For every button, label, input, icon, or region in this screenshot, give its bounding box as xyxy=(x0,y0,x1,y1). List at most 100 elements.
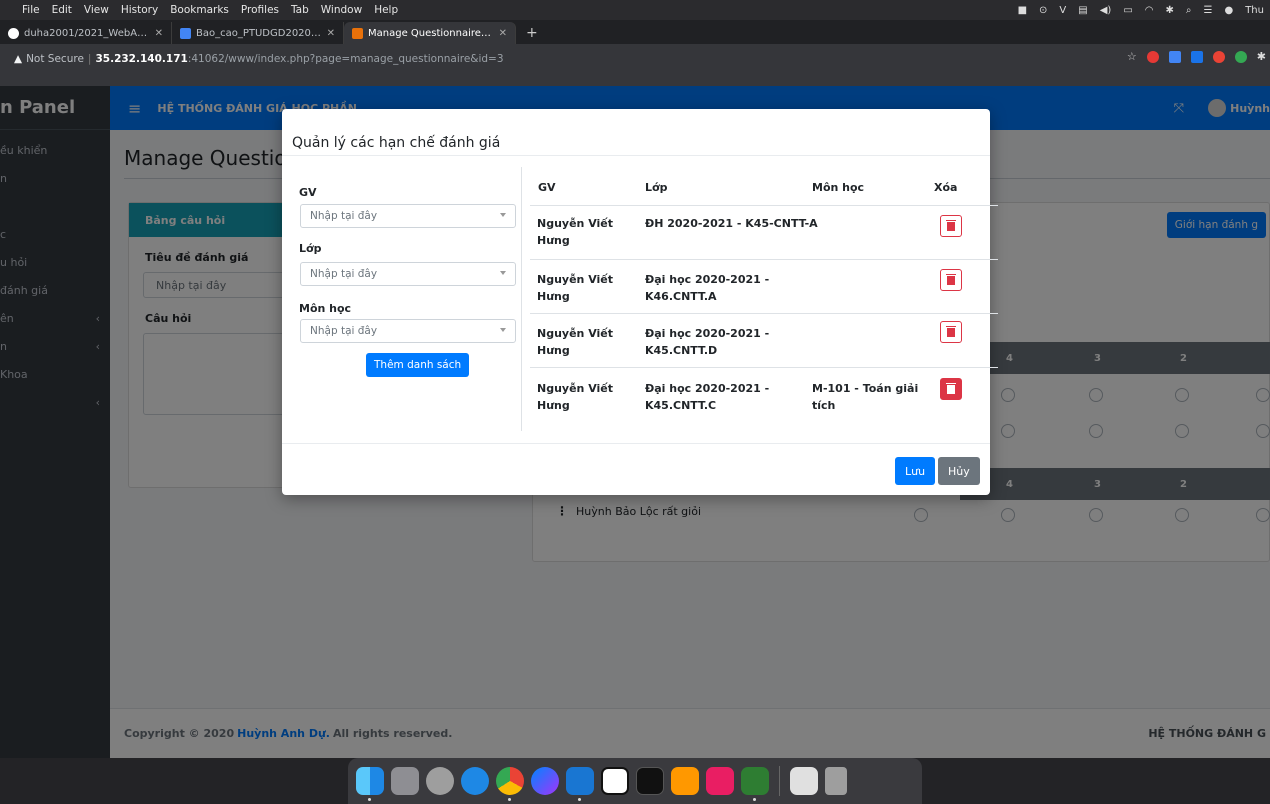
modal-title: Quản lý các hạn chế đánh giá xyxy=(292,135,501,151)
column-header-gv: GV xyxy=(538,181,556,194)
trash-icon xyxy=(946,382,956,394)
tab-github[interactable]: duha2001/2021_WebApplicatio ✕ xyxy=(0,22,172,44)
extension-icon[interactable] xyxy=(1190,50,1203,63)
extension-icon[interactable] xyxy=(1212,50,1225,63)
bluetooth-status-icon[interactable]: ✱ xyxy=(1166,5,1174,16)
browser-toolbar: ▲ Not Secure | 35.232.140.171:41062/www/… xyxy=(0,44,1270,86)
delete-button[interactable] xyxy=(940,269,962,291)
translate-extension-icon[interactable] xyxy=(1168,50,1181,63)
vim-icon[interactable] xyxy=(741,767,769,801)
table-row-2-lop: Đại học 2020-2021 - K46.CNTT.A xyxy=(645,273,770,303)
macos-dock xyxy=(348,758,922,804)
add-list-button[interactable]: Thêm danh sách xyxy=(366,353,470,377)
caret-down-icon xyxy=(500,328,506,332)
documents-folder-icon[interactable] xyxy=(790,767,818,795)
table-row-1-lop: ĐH 2020-2021 - K45-CNTT-A xyxy=(645,217,818,230)
lop-label: Lớp xyxy=(299,242,322,255)
menu-help[interactable]: Help xyxy=(374,4,398,16)
trash-icon xyxy=(946,273,956,285)
table-row-3-gv: Nguyễn Viết Hưng xyxy=(537,327,614,357)
target-status-icon[interactable]: ⊙ xyxy=(1039,5,1047,16)
security-label: Not Secure xyxy=(26,53,84,65)
github-icon xyxy=(8,27,19,39)
maps-icon[interactable] xyxy=(461,767,489,795)
column-header-xoa: Xóa xyxy=(934,181,958,194)
camera-status-icon[interactable]: ■ xyxy=(1018,5,1027,16)
site-favicon-icon xyxy=(352,27,363,39)
delete-button[interactable] xyxy=(940,378,962,400)
close-tab-icon[interactable]: ✕ xyxy=(155,28,163,39)
bookmark-star-icon[interactable]: ☆ xyxy=(1127,50,1137,63)
address-bar[interactable]: ▲ Not Secure | 35.232.140.171:41062/www/… xyxy=(4,49,1084,69)
launchpad-icon[interactable] xyxy=(391,767,419,795)
caret-down-icon xyxy=(500,271,506,275)
messenger-icon[interactable] xyxy=(531,767,559,795)
extension-icon[interactable] xyxy=(1234,50,1247,63)
system-preferences-icon[interactable] xyxy=(426,767,454,795)
status-icons: ■ ⊙ V ▤ ◀) ▭ ◠ ✱ ⌕ ☰ ● Thu xyxy=(1018,0,1264,20)
vscode-icon[interactable] xyxy=(566,767,594,801)
keynote-icon[interactable] xyxy=(706,767,734,795)
menu-profiles[interactable]: Profiles xyxy=(241,4,279,16)
menu-file[interactable]: File xyxy=(22,4,40,16)
trash-icon xyxy=(946,219,956,231)
volume-status-icon[interactable]: ◀) xyxy=(1100,5,1112,16)
tab-manage-questionnaire[interactable]: Manage Questionnaire | HỆ TH ✕ xyxy=(344,22,516,44)
google-docs-icon xyxy=(180,27,191,39)
chrome-icon[interactable] xyxy=(496,767,524,801)
table-row-2-gv: Nguyễn Viết Hưng xyxy=(537,273,614,303)
menu-tab[interactable]: Tab xyxy=(291,4,309,16)
mon-hoc-select[interactable]: Nhập tại đây xyxy=(300,319,516,343)
finder-icon[interactable] xyxy=(356,767,384,801)
notion-icon[interactable] xyxy=(601,767,629,795)
tab-google-docs[interactable]: Bao_cao_PTUDGD2020 - Goo ✕ xyxy=(172,22,344,44)
clock[interactable]: Thu xyxy=(1245,5,1264,16)
keyboard-status-icon[interactable]: ▤ xyxy=(1078,5,1087,16)
caret-down-icon xyxy=(500,213,506,217)
mon-hoc-label: Môn học xyxy=(299,302,352,315)
cancel-button[interactable]: Hủy xyxy=(938,457,980,485)
tab-label: Manage Questionnaire | HỆ TH xyxy=(368,27,494,39)
delete-button[interactable] xyxy=(940,215,962,237)
gv-select[interactable]: Nhập tại đây xyxy=(300,204,516,228)
close-tab-icon[interactable]: ✕ xyxy=(327,28,335,39)
table-row-4-mon-hoc: M-101 - Toán giải tích xyxy=(812,382,919,412)
adblock-extension-icon[interactable] xyxy=(1146,50,1159,63)
menu-history[interactable]: History xyxy=(121,4,158,16)
menu-bookmarks[interactable]: Bookmarks xyxy=(170,4,229,16)
table-row-1-gv: Nguyễn Viết Hưng xyxy=(537,217,614,247)
table-row-4-lop: Đại học 2020-2021 - K45.CNTT.C xyxy=(645,382,770,412)
browser-tab-bar: duha2001/2021_WebApplicatio ✕ Bao_cao_PT… xyxy=(0,20,1270,44)
menu-view[interactable]: View xyxy=(84,4,109,16)
tab-label: Bao_cao_PTUDGD2020 - Goo xyxy=(196,27,322,39)
menu-edit[interactable]: Edit xyxy=(52,4,72,16)
extensions-puzzle-icon[interactable]: ✱ xyxy=(1257,50,1266,63)
battery-status-icon[interactable]: ▭ xyxy=(1123,5,1132,16)
url-host: 35.232.140.171 xyxy=(95,53,188,65)
gv-label: GV xyxy=(299,186,317,199)
search-status-icon[interactable]: ⌕ xyxy=(1186,5,1192,16)
url-path: :41062/www/index.php?page=manage_questio… xyxy=(187,53,504,65)
menu-window[interactable]: Window xyxy=(321,4,362,16)
extensions-area: ☆ ✱ xyxy=(1127,50,1266,63)
restrictions-modal: Quản lý các hạn chế đánh giá GV Nhập tại… xyxy=(282,109,998,495)
sublime-text-icon[interactable] xyxy=(671,767,699,795)
new-tab-button[interactable]: + xyxy=(516,22,548,44)
save-button[interactable]: Lưu xyxy=(895,457,936,485)
column-header-mon-hoc: Môn học xyxy=(812,181,865,194)
trash-icon xyxy=(946,325,956,337)
wifi-status-icon[interactable]: ◠ xyxy=(1145,5,1154,16)
trash-bin-icon[interactable] xyxy=(825,767,847,795)
vim-status-icon[interactable]: V xyxy=(1059,5,1066,16)
close-tab-icon[interactable]: ✕ xyxy=(499,28,507,39)
lop-select[interactable]: Nhập tại đây xyxy=(300,262,516,286)
warning-icon[interactable]: ▲ xyxy=(14,53,22,65)
siri-icon[interactable]: ● xyxy=(1224,5,1233,16)
tab-label: duha2001/2021_WebApplicatio xyxy=(24,27,150,39)
control-center-icon[interactable]: ☰ xyxy=(1204,5,1213,16)
table-row-3-lop: Đại học 2020-2021 - K45.CNTT.D xyxy=(645,327,770,357)
table-row-4-gv: Nguyễn Viết Hưng xyxy=(537,382,614,412)
terminal-icon[interactable] xyxy=(636,767,664,795)
delete-button[interactable] xyxy=(940,321,962,343)
column-header-lop: Lớp xyxy=(645,181,668,194)
